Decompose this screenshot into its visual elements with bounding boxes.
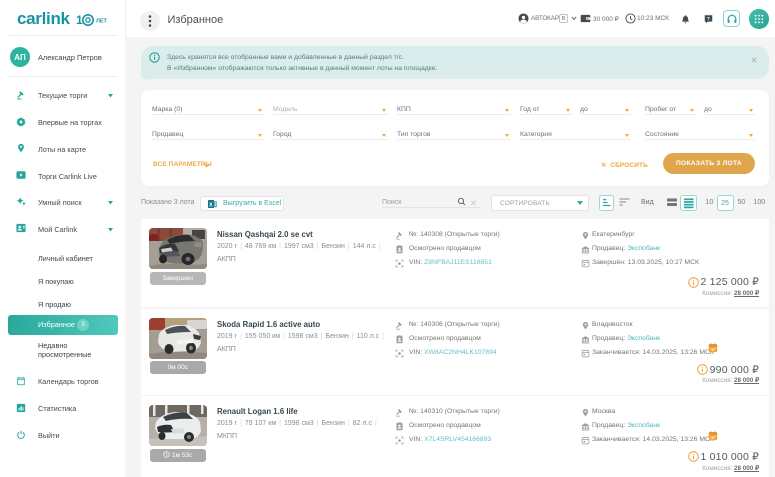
svg-text:?: ? [707,16,710,22]
svg-text:1: 1 [76,13,83,27]
svg-text:X: X [209,202,213,208]
svg-text:ЛЕТ: ЛЕТ [96,19,108,25]
